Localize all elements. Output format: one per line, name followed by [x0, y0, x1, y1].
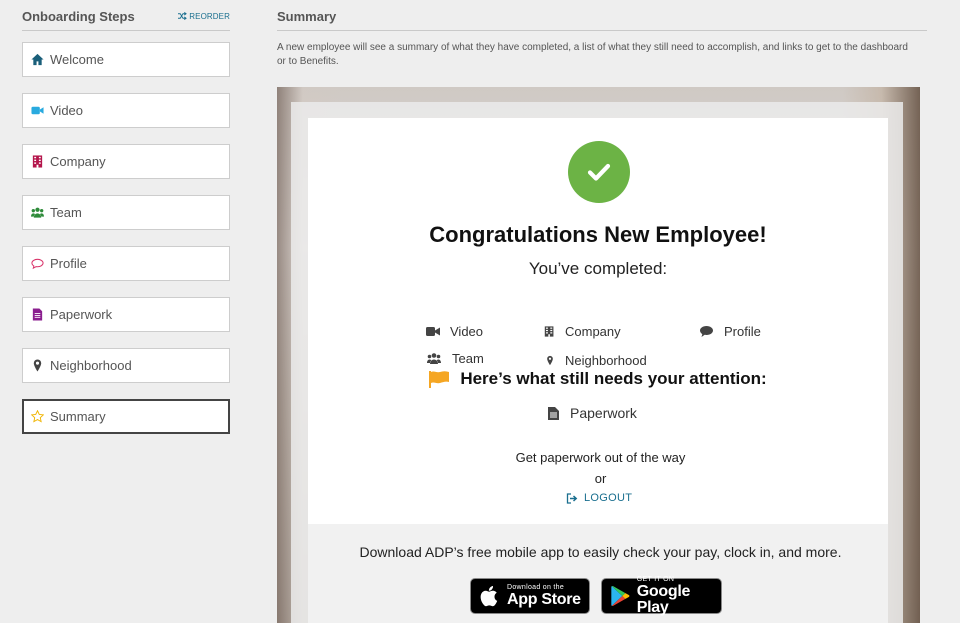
todo-item-label: Paperwork [570, 405, 637, 421]
team-icon [427, 353, 441, 364]
map-pin-icon [547, 355, 553, 366]
completed-item-label: Profile [724, 324, 761, 339]
building-icon [544, 326, 554, 337]
step-profile[interactable]: Profile [22, 246, 230, 281]
page-title: Summary [277, 8, 337, 24]
speech-bubble-icon [30, 257, 44, 271]
flag-icon [429, 370, 450, 388]
completed-item-label: Neighborhood [565, 353, 647, 368]
step-video[interactable]: Video [22, 93, 230, 128]
step-label: Video [50, 103, 84, 118]
document-icon [548, 406, 559, 420]
completed-item-label: Video [450, 324, 484, 339]
google-play-text: GET IT ON Google Play [637, 576, 721, 616]
completed-label: You’ve completed: [528, 259, 668, 278]
completed-item-video: Video [426, 324, 483, 339]
get-paperwork-text: Get paperwork out of the way [515, 450, 686, 465]
step-company[interactable]: Company [22, 144, 230, 179]
completed-item-team: Team [426, 351, 484, 366]
success-check-icon [568, 141, 630, 203]
reorder-label: REORDER [189, 11, 230, 21]
completed-item-company: Company [544, 324, 621, 339]
steps-list: Welcome Video Company Team Profile Paper… [22, 42, 230, 434]
building-icon [30, 155, 44, 169]
logout-icon [566, 492, 578, 504]
attention-title-text: Here’s what still needs your attention: [460, 369, 767, 388]
main-content: Summary A new employee will see a summar… [277, 0, 927, 69]
summary-preview: Congratulations New Employee! You’ve com… [277, 87, 920, 623]
speech-bubble-icon [700, 326, 713, 337]
document-icon [30, 308, 44, 322]
app-store-badge[interactable]: Download on the App Store [470, 578, 590, 614]
sidebar-title: Onboarding Steps [22, 8, 135, 24]
app-promo-text: Download ADP’s free mobile app to easily… [359, 544, 842, 560]
map-pin-icon [30, 359, 44, 373]
completed-item-profile: Profile [699, 324, 761, 339]
reorder-button[interactable]: REORDER [178, 12, 230, 21]
video-camera-icon [30, 104, 44, 118]
main-header: Summary [277, 0, 927, 31]
step-paperwork[interactable]: Paperwork [22, 297, 230, 332]
video-camera-icon [426, 327, 440, 336]
step-label: Paperwork [50, 307, 113, 322]
attention-title: Here’s what still needs your attention: [308, 369, 888, 389]
apple-icon [480, 586, 498, 607]
google-play-small: GET IT ON [636, 576, 675, 583]
step-label: Profile [50, 256, 87, 271]
app-store-text: Download on the App Store [507, 584, 581, 608]
step-summary[interactable]: Summary [22, 399, 230, 434]
todo-item-paperwork[interactable]: Paperwork [548, 405, 637, 421]
app-store-big: App Store [507, 591, 581, 608]
sidebar-header: Onboarding Steps REORDER [22, 0, 230, 31]
step-welcome[interactable]: Welcome [22, 42, 230, 77]
google-play-icon [611, 585, 630, 607]
team-icon [30, 206, 44, 220]
step-label: Summary [50, 409, 106, 424]
step-label: Team [50, 205, 82, 220]
google-play-badge[interactable]: GET IT ON Google Play [601, 576, 722, 616]
page-description: A new employee will see a summary of wha… [277, 42, 908, 67]
or-text: or [594, 471, 607, 486]
app-store-small: Download on the [507, 584, 565, 591]
step-label: Welcome [50, 52, 104, 67]
completed-item-neighborhood: Neighborhood [545, 353, 647, 368]
onboarding-sidebar: Onboarding Steps REORDER Welcome Video C… [22, 0, 230, 450]
home-icon [30, 53, 44, 67]
completed-item-label: Team [452, 351, 484, 366]
shuffle-icon [178, 12, 188, 20]
star-icon [30, 410, 44, 424]
logout-link[interactable]: LOGOUT [566, 492, 632, 504]
step-label: Company [50, 154, 106, 169]
completed-item-label: Company [565, 324, 621, 339]
step-team[interactable]: Team [22, 195, 230, 230]
step-neighborhood[interactable]: Neighborhood [22, 348, 230, 383]
congrats-title: Congratulations New Employee! [429, 222, 767, 247]
summary-card: Congratulations New Employee! You’ve com… [308, 118, 888, 524]
google-play-big: Google Play [636, 583, 691, 616]
logout-label: LOGOUT [584, 492, 633, 504]
step-label: Neighborhood [50, 358, 132, 373]
app-promo: Download ADP’s free mobile app to easily… [308, 524, 888, 623]
